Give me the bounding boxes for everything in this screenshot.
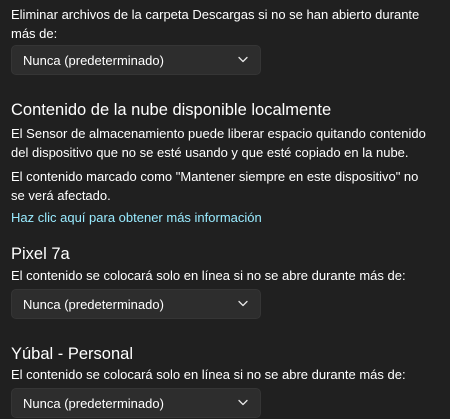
cloud-note-line2: se verá afectado. (11, 188, 111, 203)
cloud-content-note: El contenido marcado como "Mantener siem… (11, 167, 418, 205)
downloads-description-line2: más de: (11, 26, 58, 41)
cloud-description-line1: El Sensor de almacenamiento puede libera… (11, 126, 426, 141)
learn-more-link[interactable]: Haz clic aquí para obtener más informaci… (11, 208, 262, 227)
cloud-description-line2: del dispositivo que no se esté usando y … (11, 145, 409, 160)
cloud-content-title: Contenido de la nube disponible localmen… (11, 101, 332, 119)
chevron-down-icon (238, 399, 248, 406)
chevron-down-icon (238, 300, 248, 307)
downloads-cleanup-dropdown[interactable]: Nunca (predeterminado) (11, 45, 261, 75)
account-description-pixel: El contenido se colocará solo en línea s… (11, 268, 406, 283)
cloud-content-description: El Sensor de almacenamiento puede libera… (11, 124, 426, 162)
cloud-note-line1: El contenido marcado como "Mantener siem… (11, 169, 419, 184)
downloads-description: Eliminar archivos de la carpeta Descarga… (11, 5, 419, 43)
dropdown-selected-value: Nunca (predeterminado) (23, 297, 164, 312)
account-description-personal: El contenido se colocará solo en línea s… (11, 367, 406, 382)
dropdown-selected-value: Nunca (predeterminado) (23, 396, 164, 411)
account-name-pixel: Pixel 7a (11, 245, 70, 263)
downloads-description-line1: Eliminar archivos de la carpeta Descarga… (11, 7, 420, 22)
dropdown-selected-value: Nunca (predeterminado) (23, 53, 164, 68)
account-name-personal: Yúbal - Personal (11, 345, 133, 363)
chevron-down-icon (238, 56, 248, 63)
account-pixel-dropdown[interactable]: Nunca (predeterminado) (11, 289, 261, 319)
account-personal-dropdown[interactable]: Nunca (predeterminado) (11, 388, 261, 418)
